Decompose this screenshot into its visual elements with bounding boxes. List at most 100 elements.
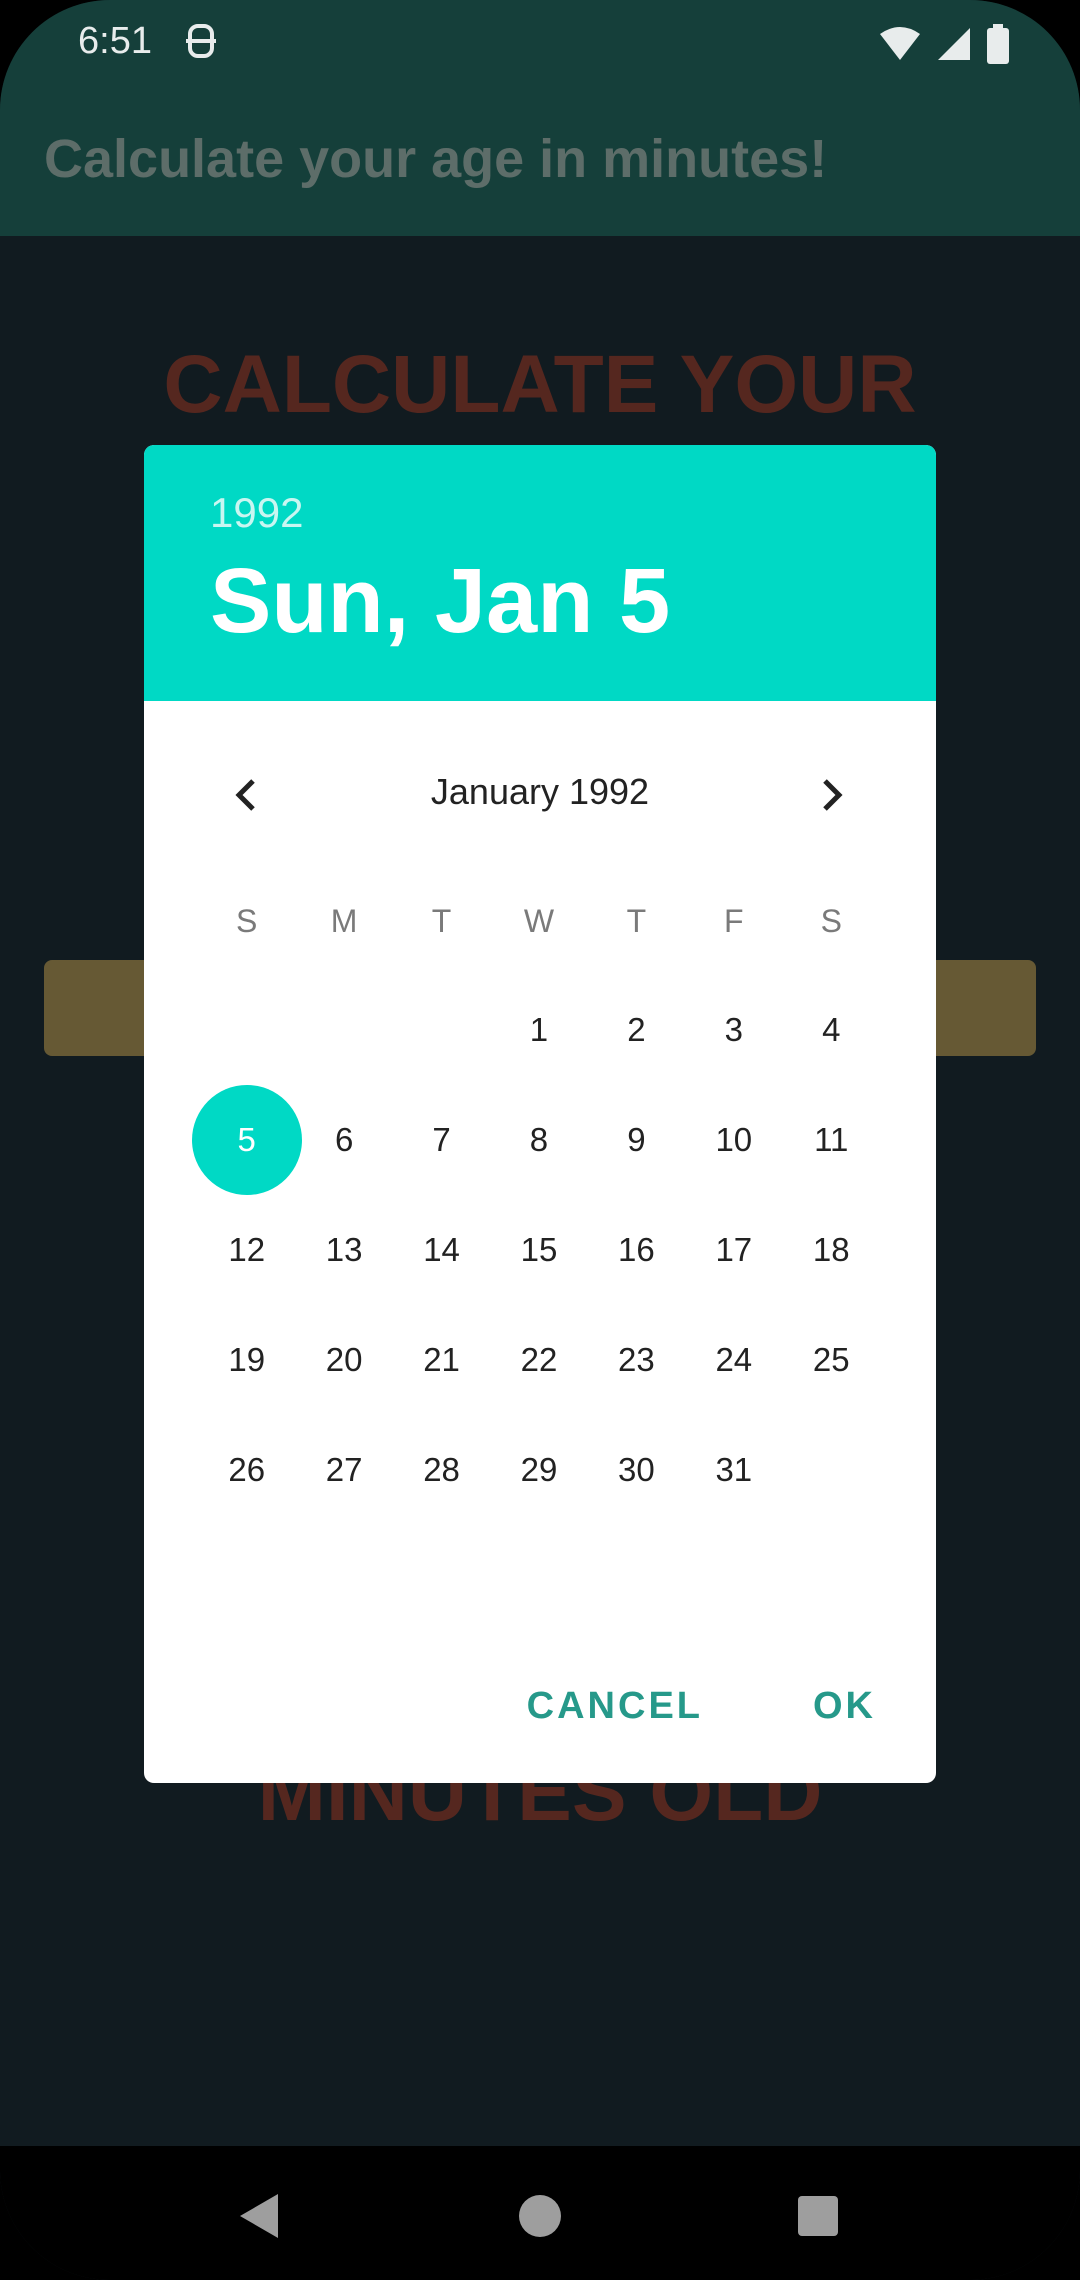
empty-day-cell [783,1415,880,1525]
calendar-day[interactable]: 2 [588,975,685,1085]
calendar-day[interactable]: 20 [295,1305,392,1415]
calendar-day[interactable]: 12 [198,1195,295,1305]
calendar-day-label: 2 [627,1011,646,1048]
calendar-day-label: 12 [228,1231,266,1268]
app-bar: Calculate your age in minutes! [0,88,1080,236]
calendar-day[interactable]: 29 [490,1415,587,1525]
calendar-day[interactable]: 16 [588,1195,685,1305]
back-button[interactable] [232,2186,292,2246]
month-navigation: January 1992 [144,765,936,825]
calendar-day-label: 11 [814,1121,849,1158]
calendar-day[interactable]: 27 [295,1415,392,1525]
dialog-actions: CANCEL OK [527,1685,876,1728]
system-navigation-bar [0,2146,1080,2280]
calendar-days-grid: 1 2 3 4 5 6 7 8 9 10 11 12 13 14 15 16 17 18 19 20 21 22 23 24 2… [198,975,880,1525]
background-heading: CALCULATE YOUR [163,339,917,430]
next-month-button[interactable] [802,765,862,825]
header-selected-date[interactable]: Sun, Jan 5 [210,549,670,654]
calendar-day[interactable]: 6 [295,1085,392,1195]
battery-icon [987,24,1009,64]
status-icons [878,24,1010,64]
calendar-day[interactable]: 31 [685,1415,782,1525]
empty-day-cell [198,975,295,1085]
calendar-day-label: 25 [812,1341,850,1378]
calendar-day-label: 4 [822,1011,841,1048]
weekday-label: T [626,903,647,939]
back-triangle-icon [240,2194,278,2238]
home-circle-icon [519,2195,561,2237]
calendar-day[interactable]: 15 [490,1195,587,1305]
calendar-day-selected[interactable]: 5 [198,1085,295,1195]
calendar-day-label: 1 [529,1011,549,1048]
cancel-button[interactable]: CANCEL [527,1685,703,1728]
calendar-day-label: 19 [228,1341,266,1378]
calendar-day[interactable]: 30 [588,1415,685,1525]
calendar-day-label: 21 [423,1341,460,1378]
calendar-day-label: 5 [237,1121,256,1158]
calendar-day[interactable]: 26 [198,1415,295,1525]
status-bar: 6:51 [0,0,1080,88]
calendar-day[interactable]: 25 [783,1305,880,1415]
calendar-day[interactable]: 17 [685,1195,782,1305]
calendar-day[interactable]: 13 [295,1195,392,1305]
phone-screen: 6:51 Calculate your age in minutes! CALC… [0,0,1080,2280]
weekday-label: S [236,903,258,939]
calendar-day[interactable]: 21 [393,1305,490,1415]
calendar-day-label: 8 [529,1121,549,1158]
calendar-day[interactable]: 24 [685,1305,782,1415]
calendar-day-label: 10 [715,1121,753,1158]
app-title: Calculate your age in minutes! [44,129,828,189]
header-year[interactable]: 1992 [210,489,303,537]
dialog-header: 1992 Sun, Jan 5 [144,445,936,701]
calendar-day-label: 20 [325,1341,363,1378]
calendar-day[interactable]: 3 [685,975,782,1085]
weekday-label: T [431,903,452,939]
calendar-day[interactable]: 7 [393,1085,490,1195]
calendar-day[interactable]: 22 [490,1305,587,1415]
home-button[interactable] [510,2186,570,2246]
calendar-day-label: 16 [618,1231,655,1268]
notification-icon [186,24,216,58]
calendar-day-label: 30 [618,1451,655,1488]
calendar-day-label: 28 [423,1451,460,1488]
calendar-day-label: 26 [228,1451,266,1488]
weekday-label: W [523,903,555,939]
calendar-day[interactable]: 14 [393,1195,490,1305]
calendar-day-label: 23 [618,1341,655,1378]
calendar-day[interactable]: 8 [490,1085,587,1195]
calendar-day[interactable]: 23 [588,1305,685,1415]
calendar-day-label: 18 [812,1231,850,1268]
calendar-day[interactable]: 10 [685,1085,782,1195]
wifi-icon [880,27,920,60]
calendar-day-label: 31 [715,1451,753,1488]
calendar-day[interactable]: 18 [783,1195,880,1305]
calendar-day-label: 15 [520,1231,558,1268]
calendar-day[interactable]: 1 [490,975,587,1085]
calendar-day-label: 27 [325,1451,363,1488]
calendar-day[interactable]: 19 [198,1305,295,1415]
calendar-day[interactable]: 4 [783,975,880,1085]
weekday-label: F [724,903,744,939]
calendar-day[interactable]: 9 [588,1085,685,1195]
calendar-day[interactable]: 11 [783,1085,880,1195]
empty-day-cell [295,975,392,1085]
calendar-day-label: 22 [520,1341,558,1378]
calendar-day-label: 29 [520,1451,558,1488]
status-time: 6:51 [78,20,152,62]
date-picker-dialog: 1992 Sun, Jan 5 January 1992 S M T W T F [144,445,936,1783]
recents-square-icon [798,2196,838,2236]
calendar-day-label: 17 [715,1231,753,1268]
weekday-header: S M T W T F S [198,903,880,940]
calendar-day-label: 24 [715,1341,753,1378]
recents-button[interactable] [788,2186,848,2246]
calendar-day-label: 7 [432,1121,451,1158]
ok-button[interactable]: OK [813,1685,876,1728]
calendar-day-label: 14 [423,1231,460,1268]
calendar-day-label: 9 [627,1121,646,1158]
calendar-day-label: 13 [325,1231,363,1268]
calendar-day[interactable]: 28 [393,1415,490,1525]
calendar-day-label: 3 [724,1011,743,1048]
calendar-day-label: 6 [334,1121,354,1158]
empty-day-cell [393,975,490,1085]
weekday-label: S [820,903,842,939]
